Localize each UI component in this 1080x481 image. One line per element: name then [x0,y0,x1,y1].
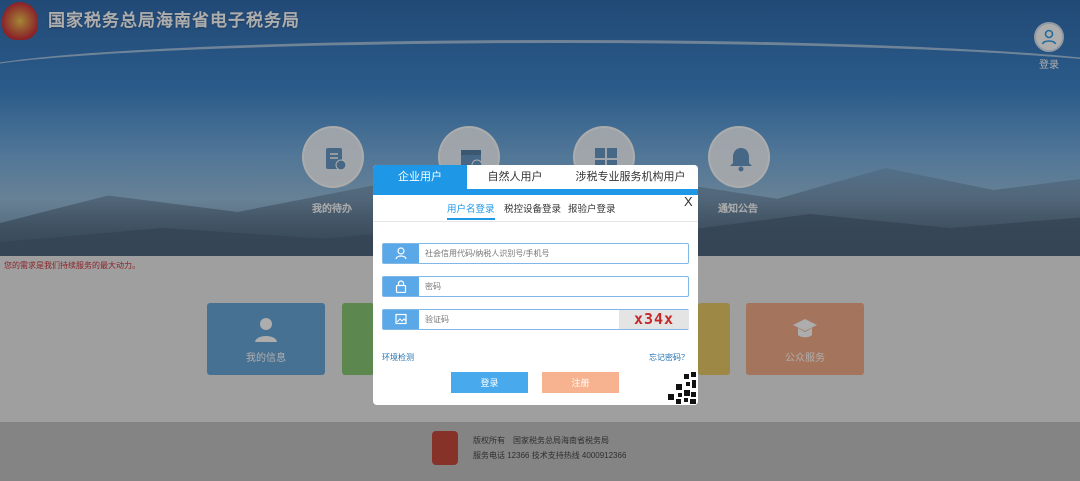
image-icon [383,310,419,329]
user-icon [383,244,419,263]
login-user-type-tabs: 企业用户 自然人用户 涉税专业服务机构用户 [373,165,698,191]
username-field [382,243,689,264]
close-icon[interactable]: X [684,194,693,209]
subtab-username-login[interactable]: 用户名登录 [447,201,495,220]
username-input[interactable] [425,246,615,261]
tab-enterprise-user[interactable]: 企业用户 [373,165,467,191]
captcha-image[interactable]: x34x [619,310,689,329]
login-method-tabs: 用户名登录 税控设备登录 报验户登录 [373,201,698,221]
env-check-link[interactable]: 环境检测 [382,352,414,363]
captcha-input[interactable] [425,312,615,327]
tab-tax-service-agency[interactable]: 涉税专业服务机构用户 [563,165,698,191]
tab-natural-person[interactable]: 自然人用户 [467,165,563,191]
login-modal: 企业用户 自然人用户 涉税专业服务机构用户 用户名登录 税控设备登录 报验户登录… [373,165,698,405]
login-button[interactable]: 登录 [451,372,528,393]
tab-underline-bar [373,191,698,195]
lock-icon [383,277,419,296]
captcha-field: x34x [382,309,689,330]
register-button[interactable]: 注册 [542,372,619,393]
subtab-divider [373,221,698,222]
password-field [382,276,689,297]
subtab-tax-device-login[interactable]: 税控设备登录 [504,201,561,215]
password-input[interactable] [425,279,615,294]
qr-code-icon[interactable] [662,368,698,405]
subtab-inspection-login[interactable]: 报验户登录 [568,201,616,215]
forgot-password-link[interactable]: 忘记密码？ [649,352,689,363]
